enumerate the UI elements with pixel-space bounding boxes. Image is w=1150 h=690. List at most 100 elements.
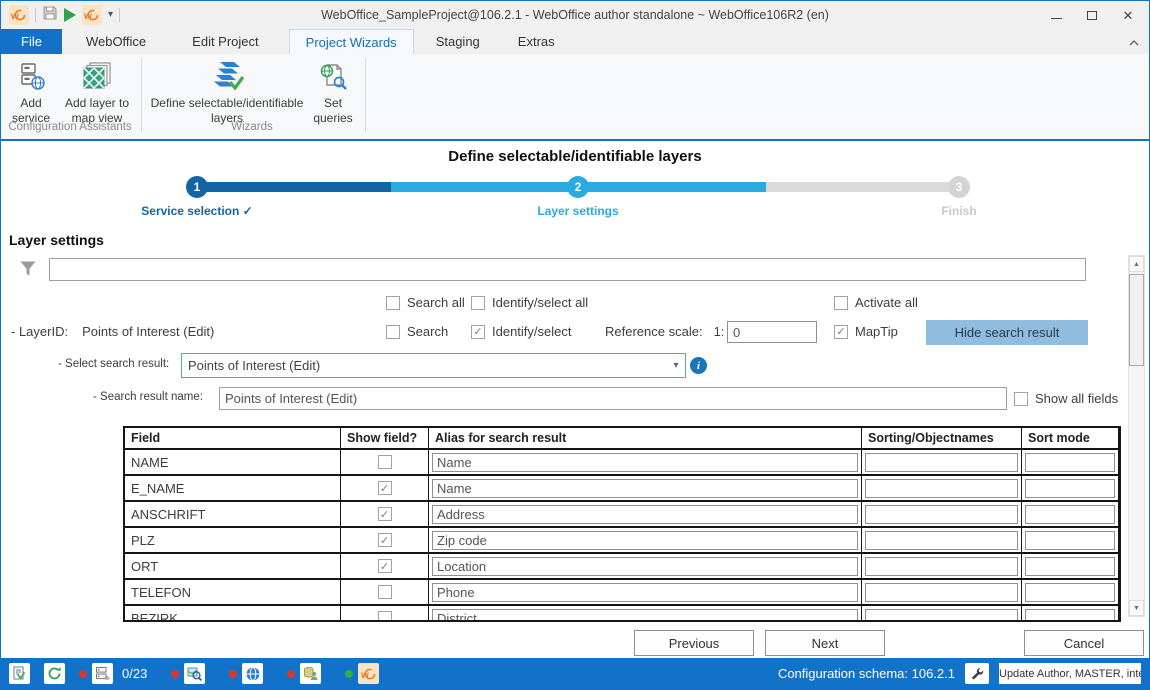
ribbon-group-label: Wizards xyxy=(141,121,363,133)
wrench-icon[interactable] xyxy=(965,663,989,684)
search-all-label: Search all xyxy=(407,295,465,310)
reference-scale-input[interactable] xyxy=(727,321,817,343)
sort-mode-cell xyxy=(1022,476,1118,500)
wizard-footer: Previous Next Cancel xyxy=(1,625,1149,660)
show-field-checkbox[interactable] xyxy=(378,611,392,622)
wizard-step-2[interactable]: 2 xyxy=(567,176,589,198)
sorting-input[interactable] xyxy=(865,609,1018,623)
alias-input[interactable] xyxy=(432,557,858,576)
alias-input[interactable] xyxy=(432,609,858,623)
user-database-icon[interactable] xyxy=(300,663,321,684)
sort-mode-input[interactable] xyxy=(1025,609,1115,623)
sort-mode-cell xyxy=(1022,606,1118,622)
tab-weboffice[interactable]: WebOffice xyxy=(70,29,162,54)
sorting-input[interactable] xyxy=(865,583,1018,602)
run-icon[interactable] xyxy=(64,8,76,22)
tab-project-wizards[interactable]: Project Wizards xyxy=(289,29,414,54)
maximize-icon[interactable] xyxy=(1085,8,1099,22)
define-layers-button[interactable]: Define selectable/identifiable layers xyxy=(149,57,305,126)
progress-segment xyxy=(578,182,766,192)
activate-all-checkbox[interactable] xyxy=(834,296,848,310)
alias-cell xyxy=(429,450,862,474)
alias-cell xyxy=(429,580,862,604)
identify-all-checkbox[interactable] xyxy=(471,296,485,310)
tab-edit-project[interactable]: Edit Project xyxy=(176,29,274,54)
sort-mode-input[interactable] xyxy=(1025,531,1115,550)
show-field-checkbox[interactable] xyxy=(378,455,392,469)
update-author-button[interactable]: Update Author, MASTER, intern only xyxy=(999,663,1141,684)
sorting-input[interactable] xyxy=(865,557,1018,576)
globe-service-icon[interactable] xyxy=(242,663,263,684)
layer-id-row: - LayerID: Points of Interest (Edit) xyxy=(11,324,214,339)
info-icon[interactable]: i xyxy=(690,357,707,374)
sort-mode-input[interactable] xyxy=(1025,557,1115,576)
layer-identify-checkbox[interactable] xyxy=(471,325,485,339)
alias-input[interactable] xyxy=(432,453,858,472)
sorting-input[interactable] xyxy=(865,453,1018,472)
add-service-button[interactable]: Add service xyxy=(5,57,57,126)
close-icon[interactable]: ✕ xyxy=(1121,8,1135,22)
show-field-checkbox[interactable] xyxy=(378,481,392,495)
tab-extras[interactable]: Extras xyxy=(502,29,571,54)
sorting-input[interactable] xyxy=(865,479,1018,498)
tab-file[interactable]: File xyxy=(1,29,62,54)
publish-service-icon[interactable] xyxy=(92,663,113,684)
refresh-icon[interactable] xyxy=(44,663,65,684)
alias-input[interactable] xyxy=(432,505,858,524)
scroll-up-icon[interactable]: ▲ xyxy=(1129,256,1144,272)
sorting-input[interactable] xyxy=(865,505,1018,524)
weboffice-preview-icon[interactable]: w xyxy=(82,5,102,25)
table-row: TELEFON xyxy=(125,580,1118,606)
maptip-label: MapTip xyxy=(855,324,898,339)
weboffice-logo-icon: w xyxy=(9,5,29,25)
show-field-checkbox[interactable] xyxy=(378,507,392,521)
alias-input[interactable] xyxy=(432,479,858,498)
alias-input[interactable] xyxy=(432,583,858,602)
status-dot-red xyxy=(171,670,179,678)
alias-input[interactable] xyxy=(432,531,858,550)
minimize-icon[interactable] xyxy=(1049,8,1063,22)
sort-mode-input[interactable] xyxy=(1025,583,1115,602)
show-all-fields-checkbox[interactable] xyxy=(1014,392,1028,406)
tab-staging[interactable]: Staging xyxy=(420,29,496,54)
sort-mode-input[interactable] xyxy=(1025,453,1115,472)
sort-mode-input[interactable] xyxy=(1025,479,1115,498)
scroll-down-icon[interactable]: ▼ xyxy=(1129,600,1144,616)
window-title: WebOffice_SampleProject@106.2.1 - WebOff… xyxy=(1,8,1149,22)
search-all-checkbox[interactable] xyxy=(386,296,400,310)
dropdown-value: Points of Interest (Edit) xyxy=(182,358,667,373)
cancel-button[interactable]: Cancel xyxy=(1024,630,1144,656)
customize-toolbar-icon[interactable]: ▾ xyxy=(108,10,113,20)
weboffice-status-icon[interactable]: w xyxy=(358,663,379,684)
search-result-name-input[interactable] xyxy=(219,387,1007,410)
next-button[interactable]: Next xyxy=(765,630,885,656)
validate-project-icon[interactable] xyxy=(9,663,30,684)
layer-filter-input[interactable] xyxy=(49,258,1086,281)
progress-segment xyxy=(766,182,959,192)
layer-identify-label: Identify/select xyxy=(492,324,572,339)
vertical-scrollbar[interactable]: ▲ ▼ xyxy=(1128,255,1145,617)
collapse-ribbon-icon[interactable] xyxy=(1129,33,1139,51)
search-result-name-row: - Search result name: xyxy=(93,391,203,403)
wizard-step-1[interactable]: 1 xyxy=(186,176,208,198)
set-queries-button[interactable]: Set queries xyxy=(305,57,361,126)
save-icon[interactable] xyxy=(42,5,58,26)
configuration-schema-label: Configuration schema: 106.2.1 xyxy=(778,666,955,681)
sorting-input[interactable] xyxy=(865,531,1018,550)
layer-search-checkbox[interactable] xyxy=(386,325,400,339)
hide-search-result-button[interactable]: Hide search result xyxy=(926,320,1088,345)
wizard-step-label[interactable]: Service selection ✓ xyxy=(87,204,307,218)
sort-mode-cell xyxy=(1022,554,1118,578)
search-service-icon[interactable] xyxy=(184,663,205,684)
sort-mode-input[interactable] xyxy=(1025,505,1115,524)
separator xyxy=(119,8,120,22)
scrollbar-thumb[interactable] xyxy=(1129,274,1144,366)
search-result-dropdown[interactable]: Points of Interest (Edit) ▾ xyxy=(181,353,686,378)
maptip-checkbox[interactable] xyxy=(834,325,848,339)
add-layer-button[interactable]: Add layer to map view xyxy=(59,57,135,126)
show-field-checkbox[interactable] xyxy=(378,533,392,547)
show-field-checkbox[interactable] xyxy=(378,585,392,599)
show-field-checkbox[interactable] xyxy=(378,559,392,573)
sorting-cell xyxy=(862,528,1022,552)
previous-button[interactable]: Previous xyxy=(634,630,754,656)
